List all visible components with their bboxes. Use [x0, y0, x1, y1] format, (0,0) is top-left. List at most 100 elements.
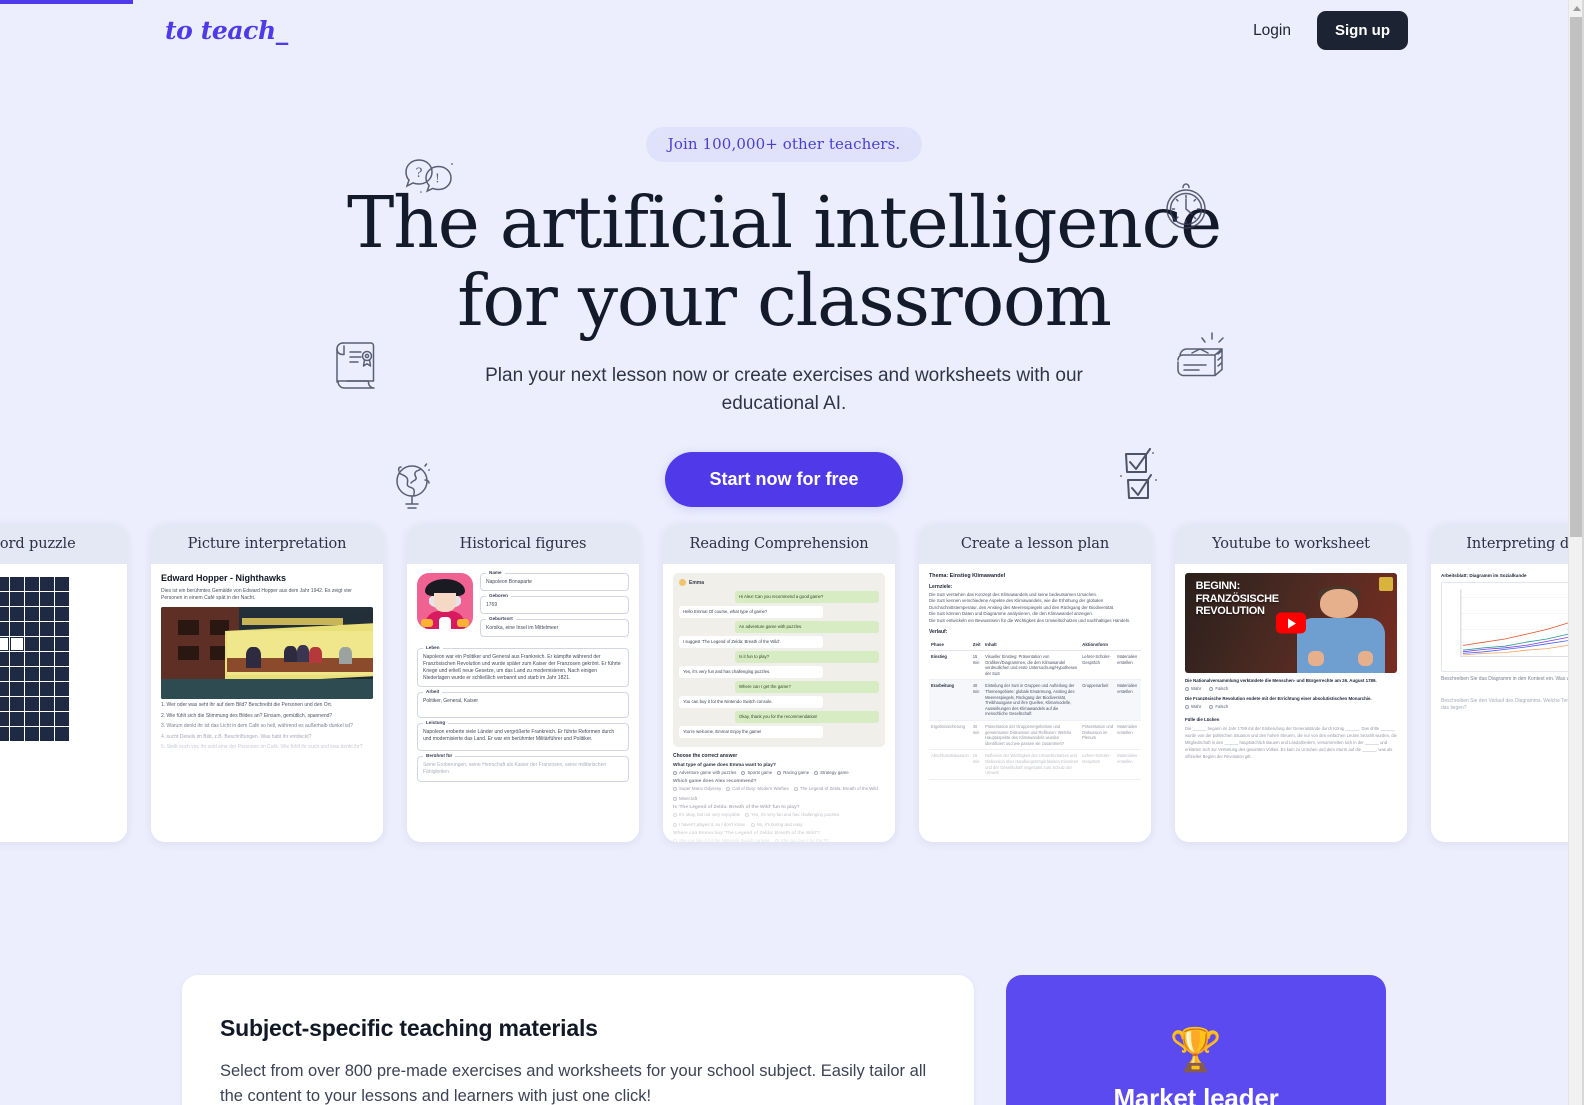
field-value: Napoleon eroberte viele Länder und vergr…: [423, 729, 615, 742]
true-false-question: Die Nationalversammlung verkündete die M…: [1185, 678, 1377, 683]
field-value: Korsika, eine Insel im Mittelmeer: [486, 625, 559, 631]
chat-transcript: Emma Hi Alex! Can you recommend a good g…: [673, 573, 885, 747]
radio-icon[interactable]: [741, 770, 746, 775]
feature-description: Select from over 800 pre-made exercises …: [220, 1062, 927, 1105]
worksheet-description: Dies ist ein berühmtes Gemälde von Edwar…: [161, 588, 352, 601]
figure-field-born[interactable]: Geboren 1769: [480, 593, 629, 614]
radio-icon[interactable]: [1185, 704, 1189, 709]
example-card-picture-interpretation[interactable]: Picture interpretation Edward Hopper - N…: [151, 524, 383, 842]
create-materials-link[interactable]: Materialien erstellen: [1115, 679, 1141, 721]
figure-field-birthplace[interactable]: Geburtsort Korsika, eine Insel im Mittel…: [480, 616, 629, 637]
option-item[interactable]: Yes, it's very fun and has challenging p…: [745, 812, 840, 817]
option-item[interactable]: Wahr: [1185, 704, 1201, 709]
radio-icon[interactable]: [673, 786, 677, 791]
example-card-historical-figures[interactable]: Historical figures Name Napoleon Bonapar…: [407, 524, 639, 842]
option-group: Adventure game with puzzles Sports game …: [673, 770, 885, 775]
figure-block-leben[interactable]: Leben Napoleon war ein Politiker und Gen…: [417, 645, 629, 687]
option-item[interactable]: Sports game: [741, 770, 772, 775]
radio-icon[interactable]: [1185, 686, 1189, 691]
login-link[interactable]: Login: [1249, 16, 1295, 46]
field-label: Name: [486, 570, 505, 575]
video-title-line1: BEGINN:: [1195, 580, 1241, 592]
radio-icon[interactable]: [673, 796, 677, 801]
site-header: to teach_ Login Sign up: [0, 0, 1568, 62]
lesson-plan-table: Phase Zeit Inhalt Aktionsform Einstieg 1…: [929, 639, 1141, 780]
exercise-instruction: Choose the correct answer: [673, 753, 738, 759]
radio-icon[interactable]: [750, 822, 755, 827]
radio-icon[interactable]: [745, 812, 750, 817]
field-label: Leistung: [423, 720, 449, 725]
option-item[interactable]: Wahr: [1185, 686, 1201, 691]
option-item[interactable]: She can buy it for the PC: [774, 838, 830, 842]
option-item[interactable]: Minecraft: [673, 796, 697, 801]
example-card-crossword[interactable]: Crossword puzzle: [0, 524, 127, 842]
radio-icon[interactable]: [777, 770, 782, 775]
cell-content: Präsentation der Gruppenergebnisse und g…: [983, 720, 1081, 751]
option-item[interactable]: Falsch: [1209, 704, 1228, 709]
table-row: Einstieg 15 min Visueller Einstieg: Präs…: [929, 650, 1141, 681]
radio-icon[interactable]: [673, 770, 677, 775]
radio-icon[interactable]: [1209, 704, 1214, 709]
cell-time: 30 min: [970, 720, 984, 751]
examples-carousel[interactable]: Crossword puzzle: [0, 517, 1568, 857]
radio-icon[interactable]: [726, 786, 731, 791]
figure-field-name[interactable]: Name Napoleon Bonaparte: [480, 570, 629, 591]
cell-phase: Erarbeitung: [929, 679, 971, 721]
option-item[interactable]: I haven't played it, so I don't know.: [673, 822, 746, 827]
radio-icon[interactable]: [673, 838, 677, 842]
page-loading-bar: [0, 0, 133, 4]
page-title: The artificial intelligence for your cla…: [284, 184, 1284, 340]
radio-icon[interactable]: [1209, 686, 1214, 691]
figure-block-beruehmt[interactable]: Berühmt für Seine Eroberungen, seine Her…: [417, 753, 629, 782]
field-value: Seine Eroberungen, seine Herrschaft als …: [423, 762, 607, 775]
radio-icon[interactable]: [814, 770, 819, 775]
option-item[interactable]: Strategy game: [814, 770, 849, 775]
create-materials-link[interactable]: Materialien erstellen: [1115, 749, 1141, 780]
carousel-track[interactable]: Crossword puzzle: [0, 524, 1568, 842]
play-button-icon[interactable]: [1276, 612, 1306, 634]
site-logo[interactable]: to teach_: [165, 16, 288, 45]
start-now-button[interactable]: Start now for free: [665, 452, 903, 507]
example-card-lesson-plan[interactable]: Create a lesson plan Thema: Einstieg Kli…: [919, 524, 1151, 842]
column-header: Aktionsform: [1080, 639, 1116, 652]
feature-card-subject-materials[interactable]: Subject-specific teaching materials Sele…: [182, 975, 974, 1105]
option-item[interactable]: Falsch: [1209, 686, 1228, 691]
example-card-interpreting-diagrams[interactable]: Interpreting diagrams Arbeitsblatt: Diag…: [1431, 524, 1568, 842]
radio-icon[interactable]: [774, 838, 779, 842]
lesson-goals-heading: Lernziele:: [929, 584, 953, 590]
option-item[interactable]: It's okay, but not very enjoyable: [673, 812, 740, 817]
figure-block-arbeit[interactable]: Arbeit Politiker, General, Kaiser: [417, 689, 629, 718]
option-item[interactable]: Super Mario Odyssey: [673, 786, 721, 791]
chat-bubble: Is it fun to play?: [735, 651, 879, 663]
radio-icon[interactable]: [793, 786, 798, 791]
create-materials-link[interactable]: Materialien erstellen: [1115, 720, 1141, 751]
option-label: Wahr: [1191, 686, 1202, 691]
radio-icon[interactable]: [673, 812, 677, 817]
feature-title: Subject-specific teaching materials: [220, 1015, 598, 1041]
crossword-grid: [0, 577, 117, 741]
feature-card-market-leader[interactable]: 🏆 Market leader: [1006, 975, 1386, 1105]
feature-title: Market leader: [1113, 1083, 1279, 1105]
create-materials-link[interactable]: Materialien erstellen: [1115, 650, 1141, 681]
example-card-youtube-to-worksheet[interactable]: Youtube to worksheet BEGINN: FRANZÖSISCH…: [1175, 524, 1407, 842]
example-card-reading-comprehension[interactable]: Reading Comprehension Emma Hi Alex! Can …: [663, 524, 895, 842]
chat-bubble: Hello Emma! Of course, what type of game…: [679, 606, 823, 618]
cell-time: 15 min: [970, 749, 984, 780]
example-card-preview: BEGINN: FRANZÖSISCHE REVOLUTION Die Nati…: [1175, 564, 1407, 842]
option-item[interactable]: The Legend of Zelda: Breath of the Wild: [793, 786, 878, 791]
option-item[interactable]: No, it's boring and easy.: [750, 822, 803, 827]
option-item[interactable]: She can buy it for the Nintendo Switch c…: [673, 838, 770, 842]
option-label: Falsch: [1215, 704, 1229, 709]
figure-block-leistung[interactable]: Leistung Napoleon eroberte viele Länder …: [417, 720, 629, 751]
option-item[interactable]: Adventure game with puzzles: [673, 770, 736, 775]
diagram-question: Beschreiben Sie den Verlauf des Diagramm…: [1441, 697, 1568, 712]
cell-content: Einteilung der SuS in Gruppen und Auftei…: [983, 679, 1081, 721]
lesson-topic: Thema: Einstieg Klimawandel: [929, 573, 1006, 579]
signup-button[interactable]: Sign up: [1317, 11, 1408, 50]
youtube-thumbnail[interactable]: BEGINN: FRANZÖSISCHE REVOLUTION: [1185, 573, 1397, 673]
option-item[interactable]: Call of Duty: Modern Warfare: [726, 786, 789, 791]
example-card-title: Reading Comprehension: [663, 524, 895, 564]
option-item[interactable]: Racing game: [777, 770, 809, 775]
field-value: Napoleon Bonaparte: [486, 579, 532, 585]
radio-icon[interactable]: [673, 822, 677, 827]
